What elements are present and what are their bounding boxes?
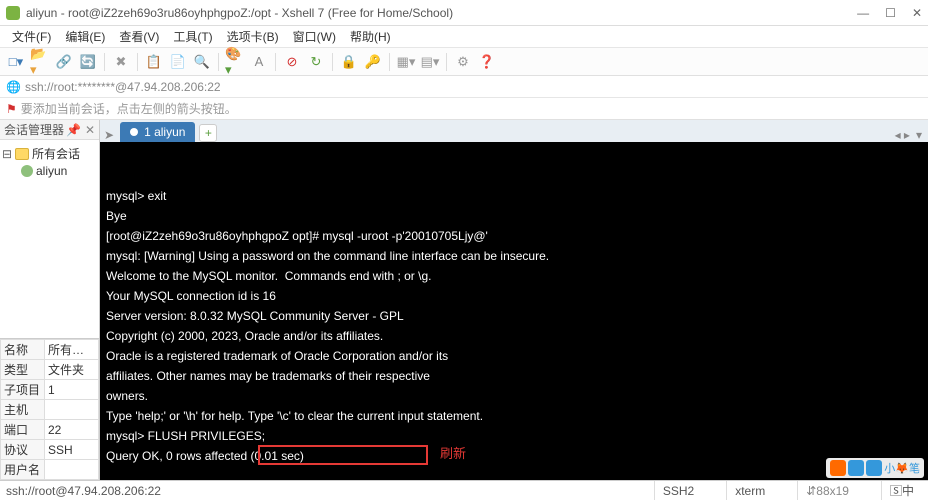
hint-bar: ⚑ 要添加当前会话，点击左侧的箭头按钮。 (0, 98, 928, 120)
properties-panel: 名称所有…类型文件夹子项目1主机端口22协议SSH用户名 (0, 338, 99, 480)
menu-help[interactable]: 帮助(H) (344, 26, 397, 47)
terminal-line: Your MySQL connection id is 16 (106, 286, 922, 306)
layout2-button[interactable]: ▤▾ (420, 52, 440, 72)
disconnect-button[interactable]: ✖ (111, 52, 131, 72)
add-tab-button[interactable]: + (199, 124, 217, 142)
terminal-line: Server version: 8.0.32 MySQL Community S… (106, 306, 922, 326)
terminal-line: owners. (106, 386, 922, 406)
status-caps: 🅂 中 (881, 481, 922, 500)
settings-button[interactable]: ⚙ (453, 52, 473, 72)
folder-icon (15, 148, 29, 160)
minimize-button[interactable]: — (857, 6, 869, 20)
color-button[interactable]: 🎨▾ (225, 52, 245, 72)
menu-tools[interactable]: 工具(T) (167, 26, 218, 47)
connect-button[interactable]: 🔗 (54, 52, 74, 72)
terminal-line: Copyright (c) 2000, 2023, Oracle and/or … (106, 326, 922, 346)
tab-bar: ➤ 1 aliyun + ◂ ▸ ▾ (100, 120, 928, 142)
status-bar: ssh://root@47.94.208.206:22 SSH2 xterm ⇵… (0, 480, 928, 500)
menu-file[interactable]: 文件(F) (6, 26, 57, 47)
font-button[interactable]: A (249, 52, 269, 72)
address-text[interactable]: ssh://root:********@47.94.208.206:22 (25, 80, 221, 94)
ime-label: 小🦊笔 (884, 460, 920, 476)
prop-row: 协议SSH (1, 440, 99, 460)
tab-label: 1 aliyun (144, 125, 185, 139)
ime-overlay: 小🦊笔 (826, 458, 924, 478)
titlebar: aliyun - root@iZ2zeh69o3ru86oyhphgpoZ:/o… (0, 0, 928, 26)
tab-status-icon (130, 128, 138, 136)
key-button[interactable]: 🔑 (363, 52, 383, 72)
flag-icon: ⚑ (6, 102, 17, 116)
session-tree[interactable]: ⊟ 所有会话 aliyun (0, 140, 99, 338)
address-bar: 🌐 ssh://root:********@47.94.208.206:22 (0, 76, 928, 98)
prop-row: 端口22 (1, 420, 99, 440)
find-button[interactable]: 🔍 (192, 52, 212, 72)
sidebar: 会话管理器 📌 ✕ ⊟ 所有会话 aliyun 名称所有…类型文件夹子项目1主机端… (0, 120, 100, 480)
open-button[interactable]: 📂▾ (30, 52, 50, 72)
status-connection: ssh://root@47.94.208.206:22 (6, 484, 161, 498)
tree-leaf-label: aliyun (36, 164, 67, 178)
terminal-line: mysql: [Warning] Using a password on the… (106, 246, 922, 266)
close-button[interactable]: ✕ (912, 6, 922, 20)
lock-button[interactable]: 🔒 (339, 52, 359, 72)
tree-root[interactable]: ⊟ 所有会话 (2, 144, 97, 163)
prop-row: 名称所有… (1, 340, 99, 360)
terminal-line: Oracle is a registered trademark of Orac… (106, 346, 922, 366)
terminal-line: mysql> exit (106, 186, 922, 206)
prop-row: 用户名 (1, 460, 99, 480)
terminal-line: Type 'help;' or '\h' for help. Type '\c'… (106, 406, 922, 426)
session-icon (21, 165, 33, 177)
terminal-line: Query OK, 0 rows affected (0.01 sec) (106, 446, 922, 466)
hint-text: 要添加当前会话，点击左侧的箭头按钮。 (21, 100, 237, 117)
menu-window[interactable]: 窗口(W) (287, 26, 342, 47)
status-size: 88x19 (816, 484, 849, 498)
stop-button[interactable]: ⊘ (282, 52, 302, 72)
terminal-line: affiliates. Other names may be trademark… (106, 366, 922, 386)
menu-view[interactable]: 查看(V) (113, 26, 165, 47)
help-button[interactable]: ❓ (477, 52, 497, 72)
close-panel-icon[interactable]: ✕ (85, 123, 95, 137)
paste-button[interactable]: 📄 (168, 52, 188, 72)
ime-icon-2[interactable] (848, 460, 864, 476)
layout1-button[interactable]: ▦▾ (396, 52, 416, 72)
refresh-button[interactable]: ↻ (306, 52, 326, 72)
terminal-line: Bye (106, 206, 922, 226)
pin-icon[interactable]: 📌 (66, 123, 81, 137)
maximize-button[interactable]: ☐ (885, 6, 896, 20)
tab-arrow-icon[interactable]: ➤ (104, 128, 114, 142)
session-manager-header: 会话管理器 📌 ✕ (0, 120, 99, 140)
new-button[interactable]: □▾ (6, 52, 26, 72)
tab-aliyun[interactable]: 1 aliyun (120, 122, 195, 142)
prop-row: 主机 (1, 400, 99, 420)
globe-icon: 🌐 (6, 80, 21, 94)
session-manager-title: 会话管理器 (4, 121, 64, 138)
menubar: 文件(F) 编辑(E) 查看(V) 工具(T) 选项卡(B) 窗口(W) 帮助(… (0, 26, 928, 48)
prop-row: 子项目1 (1, 380, 99, 400)
menu-tabs[interactable]: 选项卡(B) (221, 26, 285, 47)
highlight-label: 刷新 (440, 444, 466, 464)
tab-menu-icon[interactable]: ▾ (916, 128, 922, 142)
window-title: aliyun - root@iZ2zeh69o3ru86oyhphgpoZ:/o… (26, 6, 857, 20)
tree-leaf-aliyun[interactable]: aliyun (2, 163, 97, 179)
tree-root-label: 所有会话 (32, 145, 80, 162)
reconnect-button[interactable]: 🔄 (78, 52, 98, 72)
terminal[interactable]: mysql> exitBye[root@iZ2zeh69o3ru86oyhphg… (100, 142, 928, 480)
status-term: xterm (726, 481, 773, 500)
status-encoding: SSH2 (654, 481, 702, 500)
ime-icon-1[interactable] (830, 460, 846, 476)
app-icon (6, 6, 20, 20)
terminal-line: mysql> FLUSH PRIVILEGES; (106, 426, 922, 446)
copy-button[interactable]: 📋 (144, 52, 164, 72)
terminal-line: Welcome to the MySQL monitor. Commands e… (106, 266, 922, 286)
ime-icon-3[interactable] (866, 460, 882, 476)
prop-row: 类型文件夹 (1, 360, 99, 380)
tab-prev-icon[interactable]: ◂ ▸ (895, 128, 910, 142)
toolbar: □▾ 📂▾ 🔗 🔄 ✖ 📋 📄 🔍 🎨▾ A ⊘ ↻ 🔒 🔑 ▦▾ ▤▾ ⚙ ❓ (0, 48, 928, 76)
terminal-line: [root@iZ2zeh69o3ru86oyhphgpoZ opt]# mysq… (106, 226, 922, 246)
menu-edit[interactable]: 编辑(E) (59, 26, 111, 47)
